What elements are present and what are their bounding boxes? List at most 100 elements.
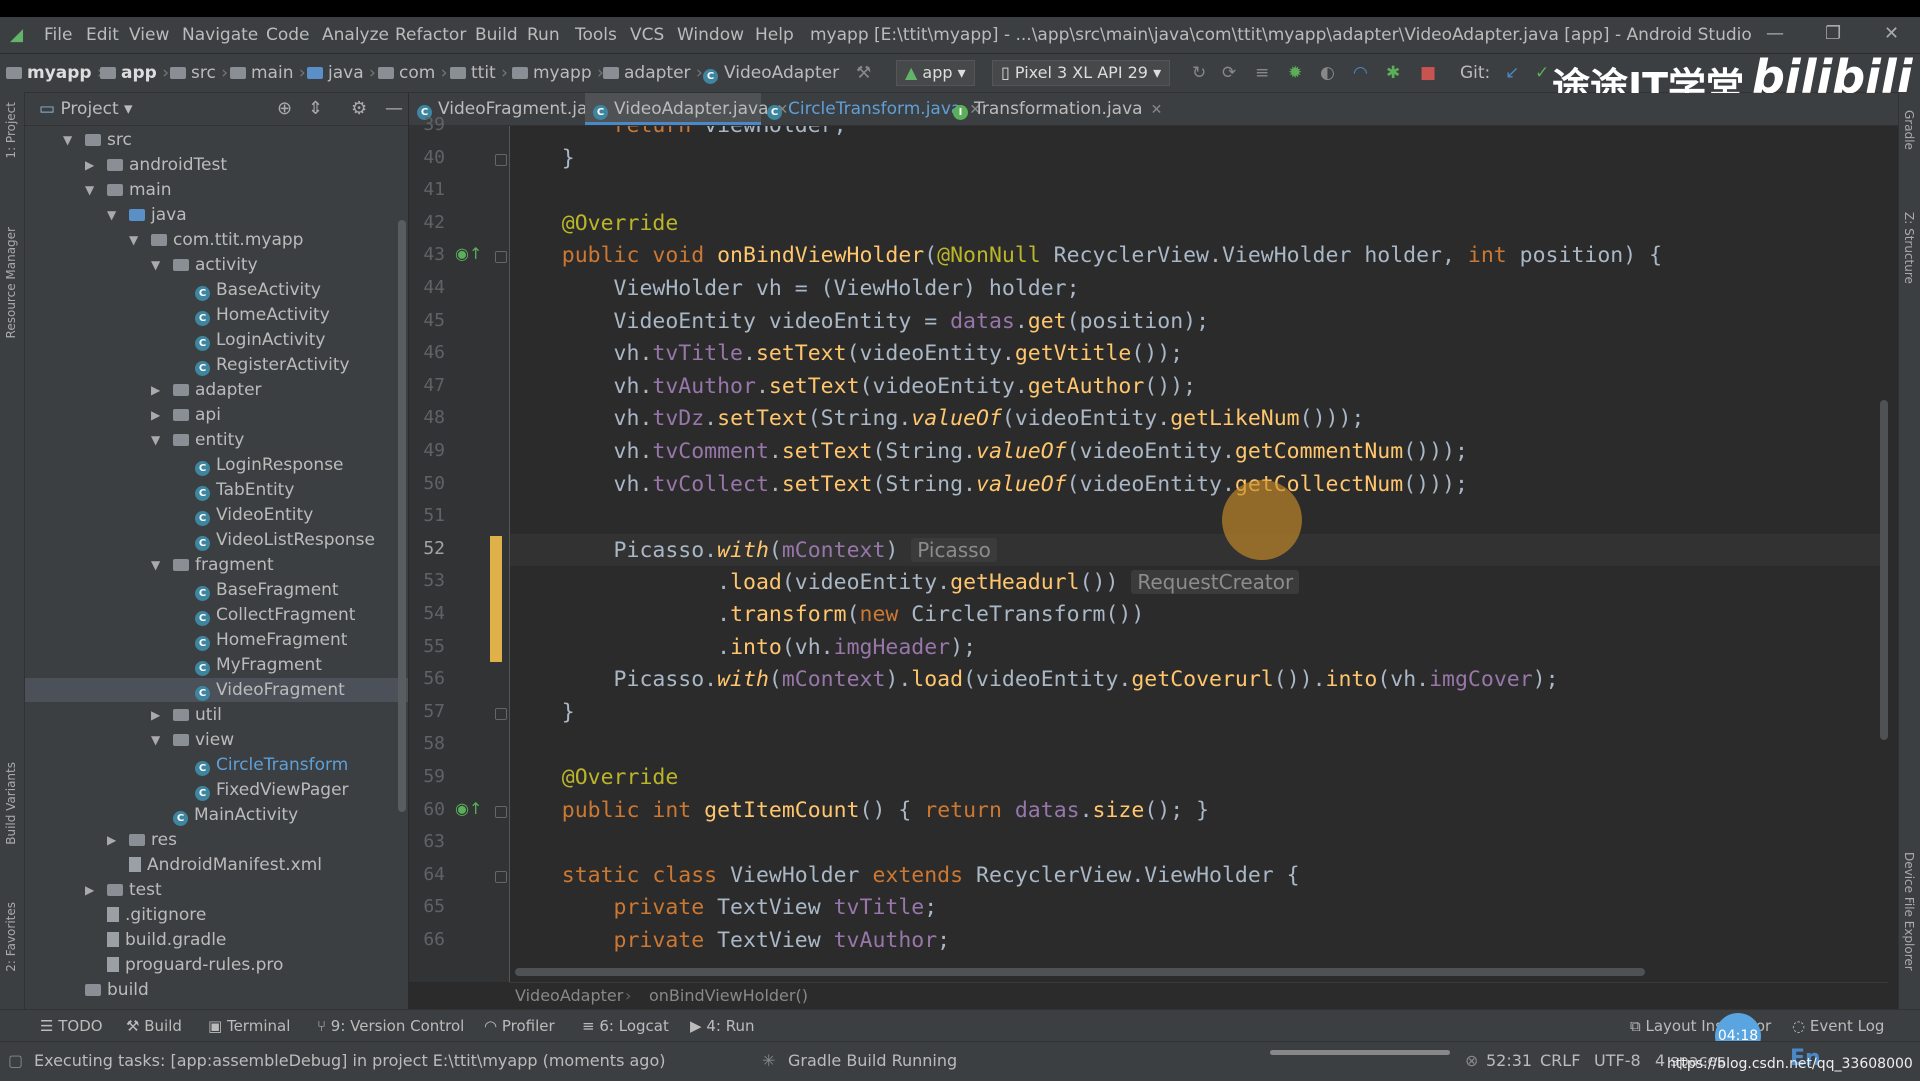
tree-item[interactable]: ▼ activity (25, 253, 408, 277)
tree-item[interactable]: ▼ java (25, 203, 408, 227)
gear-icon[interactable]: ⚙ (351, 98, 367, 119)
project-scrollbar[interactable] (398, 220, 406, 812)
event-log-button[interactable]: ◌ Event Log (1792, 1017, 1884, 1035)
tree-item[interactable]: build (25, 978, 408, 1002)
code-line[interactable]: .into(vh.imgHeader); (510, 632, 1888, 664)
tree-item[interactable]: ▼ view (25, 728, 408, 752)
code-line[interactable]: vh.tvAuthor.setText(videoEntity.getAutho… (510, 371, 1888, 403)
menu-view[interactable]: View (129, 25, 169, 45)
override-marker-icon[interactable]: ◉↑ (455, 244, 482, 263)
profiler-button[interactable]: ◠ Profiler (484, 1017, 555, 1035)
tree-item[interactable]: ▶ api (25, 403, 408, 427)
tree-item[interactable]: C VideoFragment (25, 678, 408, 702)
project-view-select[interactable]: ▭ Project ▾ (39, 99, 133, 119)
fold-marker-icon[interactable] (495, 251, 507, 264)
menu-vcs[interactable]: VCS (630, 25, 664, 45)
breadcrumb-main[interactable]: main › (230, 63, 306, 83)
code-line[interactable]: } (510, 143, 1888, 175)
close-window-icon[interactable]: ✕ (1884, 23, 1899, 44)
breadcrumb-class-item[interactable]: VideoAdapter (515, 986, 623, 1005)
breadcrumb-adapter[interactable]: adapter › (603, 63, 703, 83)
tree-item[interactable]: ▶ res (25, 828, 408, 852)
run-config-select[interactable]: ▲ app ▾ (896, 60, 975, 86)
breadcrumb-project[interactable]: myapp › (6, 63, 104, 83)
tree-item[interactable]: C MyFragment (25, 653, 408, 677)
line-separator[interactable]: CRLF (1540, 1051, 1580, 1070)
stop-icon[interactable]: ■ (1420, 63, 1436, 83)
menu-run[interactable]: Run (527, 25, 560, 45)
tree-item[interactable]: C HomeActivity (25, 303, 408, 327)
tree-item[interactable]: proguard-rules.pro (25, 953, 408, 977)
code-line[interactable]: } (510, 697, 1888, 729)
tree-item[interactable]: C TabEntity (25, 478, 408, 502)
collapsed-arrow-icon[interactable]: ▶ (107, 828, 116, 852)
build-button[interactable]: ⚒ Build (126, 1017, 182, 1035)
code-line[interactable] (510, 175, 1888, 207)
expanded-arrow-icon[interactable]: ▼ (129, 228, 138, 252)
override-marker-icon[interactable]: ◉↑ (455, 799, 482, 818)
tree-item[interactable]: C HomeFragment (25, 628, 408, 652)
code-line[interactable]: .transform(new CircleTransform()) (510, 599, 1888, 631)
background-task[interactable]: Gradle Build Running (788, 1051, 957, 1070)
breadcrumb-ttit[interactable]: ttit › (450, 63, 508, 83)
expanded-arrow-icon[interactable]: ▼ (151, 728, 160, 752)
change-marker[interactable] (490, 535, 502, 663)
collapsed-arrow-icon[interactable]: ▶ (85, 878, 94, 902)
code-line[interactable]: vh.tvDz.setText(String.valueOf(videoEnti… (510, 403, 1888, 435)
breadcrumb-myapp[interactable]: myapp › (512, 63, 604, 83)
code-line[interactable]: vh.tvCollect.setText(String.valueOf(vide… (510, 469, 1888, 501)
menu-help[interactable]: Help (755, 25, 794, 45)
expanded-arrow-icon[interactable]: ▼ (107, 203, 116, 227)
terminal-button[interactable]: ▣ Terminal (208, 1017, 290, 1035)
git-update-icon[interactable]: ↙ (1505, 63, 1519, 83)
collapse-all-icon[interactable]: ⇕ (308, 98, 323, 119)
tree-item[interactable]: C CircleTransform (25, 753, 408, 777)
code-line[interactable] (510, 501, 1888, 533)
editor-horizontal-scrollbar[interactable] (515, 968, 1645, 976)
file-encoding[interactable]: UTF-8 (1594, 1051, 1641, 1070)
tree-item[interactable]: C VideoListResponse (25, 528, 408, 552)
expanded-arrow-icon[interactable]: ▼ (63, 128, 72, 152)
code-line[interactable]: vh.tvComment.setText(String.valueOf(vide… (510, 436, 1888, 468)
code-line[interactable]: @Override (510, 208, 1888, 240)
coverage-icon[interactable]: ◐ (1320, 63, 1335, 83)
caret-position[interactable]: 52:31 (1486, 1051, 1532, 1070)
fold-marker-icon[interactable] (495, 153, 507, 166)
fold-marker-icon[interactable] (495, 707, 507, 720)
close-tab-icon[interactable]: ✕ (1151, 102, 1163, 118)
profile-icon[interactable]: ◠ (1353, 63, 1368, 83)
status-square-icon[interactable]: ▢ (8, 1051, 23, 1070)
menu-refactor[interactable]: Refactor (395, 25, 466, 45)
build-variants-button[interactable]: Build Variants (4, 762, 18, 845)
tree-item[interactable]: ▼ src (25, 128, 408, 152)
tree-item[interactable]: C FixedViewPager (25, 778, 408, 802)
code-line[interactable]: private TextView tvTitle; (510, 892, 1888, 924)
menu-edit[interactable]: Edit (86, 25, 119, 45)
breadcrumb-com[interactable]: com › (378, 63, 448, 83)
fold-marker-icon[interactable] (495, 870, 507, 883)
expanded-arrow-icon[interactable]: ▼ (151, 253, 160, 277)
tree-item[interactable]: ▼ com.ttit.myapp (25, 228, 408, 252)
tree-item[interactable]: C RegisterActivity (25, 353, 408, 377)
tree-item[interactable]: ▼ entity (25, 428, 408, 452)
menu-tools[interactable]: Tools (575, 25, 617, 45)
attach-icon[interactable]: ≡ (1255, 63, 1269, 83)
hammer-icon[interactable]: ⚒ (856, 63, 871, 83)
tree-item[interactable]: AndroidManifest.xml (25, 853, 408, 877)
debug-icon[interactable]: ✹ (1288, 63, 1302, 83)
tree-item[interactable]: C CollectFragment (25, 603, 408, 627)
collapsed-arrow-icon[interactable]: ▶ (151, 403, 160, 427)
collapsed-arrow-icon[interactable]: ▶ (151, 378, 160, 402)
tree-item[interactable]: C BaseActivity (25, 278, 408, 302)
editor-vertical-scrollbar[interactable] (1880, 400, 1888, 740)
device-select[interactable]: ▯ Pixel 3 XL API 29 ▾ (992, 60, 1171, 86)
code-line[interactable]: static class ViewHolder extends Recycler… (510, 860, 1888, 892)
tab-videoadapter[interactable]: C VideoAdapter.java ✕ (585, 93, 788, 125)
code-line[interactable]: public int getItemCount() { return datas… (510, 795, 1888, 827)
tree-item[interactable]: ▼ main (25, 178, 408, 202)
breadcrumb-method-item[interactable]: onBindViewHolder() (649, 986, 808, 1005)
menu-file[interactable]: File (44, 25, 72, 45)
breadcrumb-module[interactable]: app › (100, 63, 169, 83)
tree-item[interactable]: C BaseFragment (25, 578, 408, 602)
favorites-button[interactable]: 2: Favorites (4, 902, 18, 972)
